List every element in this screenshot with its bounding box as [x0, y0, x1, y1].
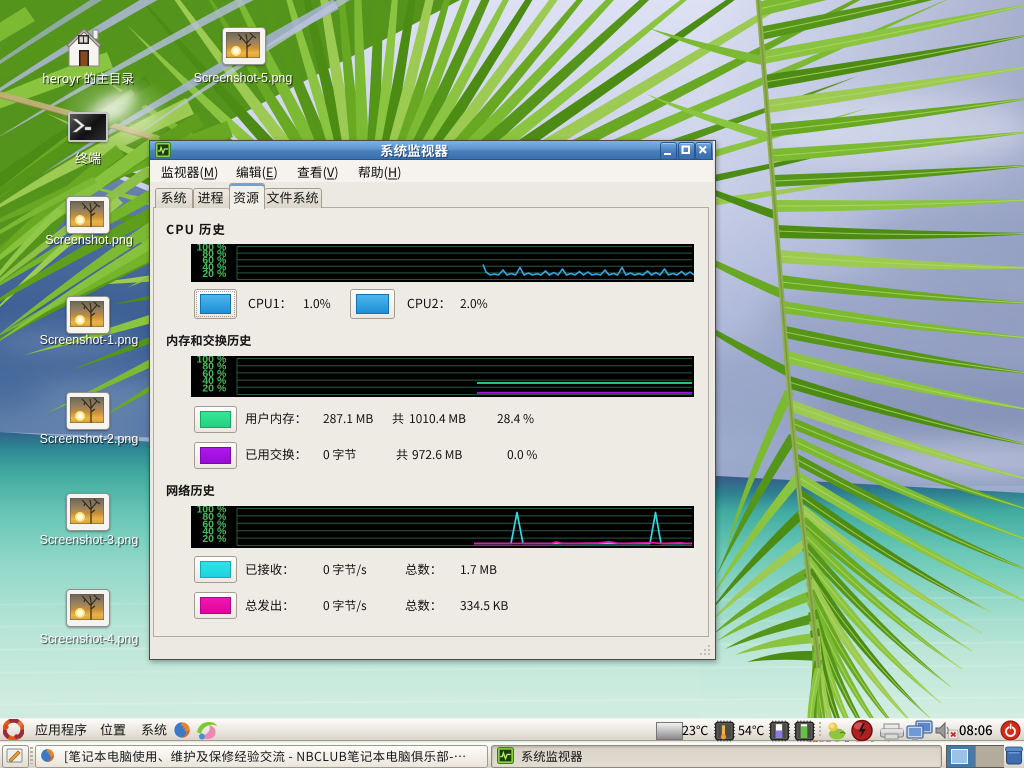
svg-text:20: 20	[202, 382, 214, 394]
svg-text:%: %	[217, 382, 227, 394]
svg-text:20: 20	[202, 268, 214, 280]
svg-text:20: 20	[202, 533, 214, 545]
svg-text:%: %	[217, 268, 227, 280]
svg-text:%: %	[217, 533, 227, 545]
